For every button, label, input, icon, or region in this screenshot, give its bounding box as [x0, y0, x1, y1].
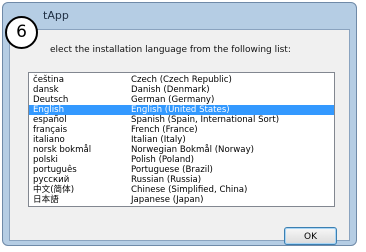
language-native-name: italiano — [33, 135, 65, 145]
language-english-name: Danish (Denmark) — [131, 85, 210, 95]
language-english-name: French (France) — [131, 125, 198, 135]
language-english-name: Japanese (Japan) — [131, 195, 204, 205]
language-english-name: English (United States) — [131, 105, 230, 115]
language-native-name: Deutsch — [33, 95, 69, 105]
language-native-name: norsk bokmål — [33, 145, 92, 155]
language-native-name: English — [33, 105, 65, 115]
language-item[interactable]: norsk bokmål Norwegian Bokmål (Norway) — [29, 145, 334, 155]
language-english-name: Chinese (Simplified, China) — [131, 185, 248, 195]
language-item[interactable]: Deutsch German (Germany) — [29, 95, 334, 105]
language-native-name: polski — [33, 155, 58, 165]
language-list[interactable]: čeština Czech (Czech Republic) dansk Danish… — [28, 72, 335, 207]
language-english-name: Italian (Italy) — [131, 135, 186, 145]
language-item[interactable]: русский Russian (Russia) — [29, 175, 334, 185]
language-english-name: Polish (Poland) — [131, 155, 194, 165]
language-native-name: 中文(简体) — [33, 185, 75, 195]
language-item[interactable]: 中文(简体) Chinese (Simplified, China) — [29, 185, 334, 195]
title-bar[interactable]: tApp — [3, 3, 356, 29]
language-english-name: German (Germany) — [131, 95, 215, 105]
language-native-name: 日本語 — [33, 195, 59, 205]
language-english-name: Portuguese (Brazil) — [131, 165, 213, 175]
language-item[interactable]: English English (United States) — [29, 105, 334, 115]
language-native-name: português — [33, 165, 77, 175]
step-number-badge: 6 — [5, 16, 38, 49]
dialog-body: elect the installation language from the… — [9, 29, 350, 245]
language-native-name: français — [33, 125, 68, 135]
language-item[interactable]: italiano Italian (Italy) — [29, 135, 334, 145]
language-item[interactable]: polski Polish (Poland) — [29, 155, 334, 165]
language-native-name: русский — [33, 175, 70, 185]
instruction-text: elect the installation language from the… — [50, 45, 291, 55]
language-native-name: čeština — [33, 75, 64, 85]
language-english-name: Norwegian Bokmål (Norway) — [131, 145, 255, 155]
language-english-name: Czech (Czech Republic) — [131, 75, 232, 85]
setup-dialog: tApp elect the installation language fro… — [2, 2, 357, 246]
language-item[interactable]: español Spanish (Spain, International Sor… — [29, 115, 334, 125]
language-native-name: español — [33, 115, 67, 125]
language-english-name: Spanish (Spain, International Sort) — [131, 115, 280, 125]
language-item[interactable]: čeština Czech (Czech Republic) — [29, 75, 334, 85]
language-item[interactable]: português Portuguese (Brazil) — [29, 165, 334, 175]
language-item[interactable]: français French (France) — [29, 125, 334, 135]
language-item[interactable]: dansk Danish (Denmark) — [29, 85, 334, 95]
ok-button[interactable]: OK — [284, 227, 337, 245]
language-item[interactable]: 日本語 Japanese (Japan) — [29, 195, 334, 205]
language-english-name: Russian (Russia) — [131, 175, 202, 185]
language-native-name: dansk — [33, 85, 59, 95]
window-title: tApp — [43, 9, 69, 22]
